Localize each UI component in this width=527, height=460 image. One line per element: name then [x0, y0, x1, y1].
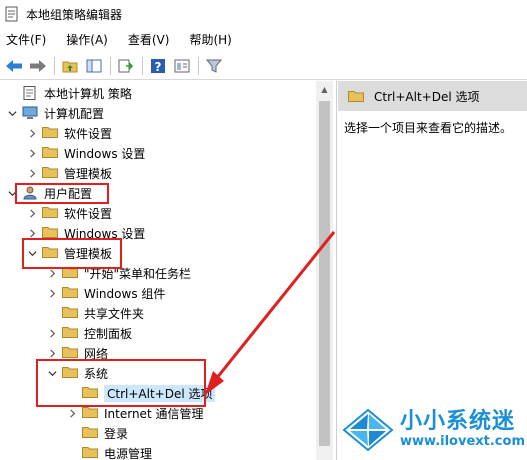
watermark-title: 小小系统迷 — [400, 409, 516, 434]
toolbar-separator — [142, 56, 143, 75]
tree-item-label: 控制面板 — [84, 326, 133, 341]
folder-icon — [42, 126, 58, 140]
highlight-user-config — [15, 183, 109, 204]
toolbar: ? — [0, 52, 527, 80]
chevron-right-icon[interactable] — [26, 147, 38, 159]
tree-item-label: 软件设置 — [64, 206, 113, 221]
computer-icon — [22, 106, 38, 120]
chevron-right-icon[interactable] — [66, 407, 78, 419]
menu-file[interactable]: 文件(F) — [4, 30, 48, 49]
watermark-url: www.ilovext.com — [400, 434, 525, 449]
tree-scrollbar[interactable]: ▲ — [316, 81, 333, 460]
tree-item-label: 软件设置 — [64, 126, 113, 141]
tree-item-label: Internet 通信管理 — [104, 406, 204, 421]
toolbar-separator — [54, 56, 55, 75]
watermark: 小小系统迷 www.ilovext.com — [334, 400, 527, 460]
folder-icon — [62, 286, 78, 300]
tree-item[interactable]: 共享文件夹 — [46, 303, 144, 323]
folder-icon — [62, 346, 78, 360]
menu-bar: 文件(F) 操作(A) 查看(V) 帮助(H) — [0, 28, 527, 50]
highlight-system-ctrl-alt-del — [36, 359, 206, 407]
tree-item[interactable]: 电源管理 — [66, 443, 152, 460]
folder-icon — [62, 326, 78, 340]
toolbar-separator — [110, 56, 111, 75]
tree-item[interactable]: 控制面板 — [46, 323, 132, 343]
folder-icon — [62, 306, 78, 320]
back-icon[interactable] — [4, 56, 24, 76]
tree-item[interactable]: 软件设置 — [26, 123, 112, 143]
tree-item-label: 共享文件夹 — [84, 306, 145, 321]
details-header: Ctrl+Alt+Del 选项 — [338, 81, 527, 111]
tree-item[interactable]: 本地计算机 策略 — [6, 83, 132, 103]
title-bar: 本地组策略编辑器 — [0, 0, 527, 28]
export-list-icon[interactable] — [116, 56, 136, 76]
folder-icon — [82, 426, 98, 440]
group-policy-app-icon — [5, 6, 18, 22]
tree-item[interactable]: Windows 设置 — [26, 143, 145, 163]
chevron-right-icon[interactable] — [26, 127, 38, 139]
chevron-right-icon[interactable] — [26, 207, 38, 219]
tree-item-label: Windows 组件 — [84, 286, 166, 301]
tree-item[interactable]: 管理模板 — [26, 163, 112, 183]
tree-item[interactable]: 软件设置 — [26, 203, 112, 223]
folder-icon — [42, 206, 58, 220]
show-hide-tree-icon[interactable] — [84, 56, 104, 76]
chevron-right-icon[interactable] — [26, 167, 38, 179]
highlight-admin-templates — [22, 238, 122, 269]
properties-icon[interactable] — [172, 56, 192, 76]
folder-icon — [348, 91, 364, 102]
scroll-up-arrow-icon[interactable]: ▲ — [316, 81, 333, 98]
tree-item-label: 计算机配置 — [44, 106, 105, 121]
toolbar-separator — [198, 56, 199, 75]
help-icon[interactable]: ? — [148, 56, 168, 76]
folder-icon — [42, 146, 58, 160]
forward-icon[interactable] — [28, 56, 48, 76]
menu-view[interactable]: 查看(V) — [126, 30, 172, 49]
tree-item-label: 登录 — [104, 426, 129, 441]
folder-icon — [82, 406, 98, 420]
window-title: 本地组策略编辑器 — [26, 7, 123, 22]
chevron-right-icon[interactable] — [46, 327, 58, 339]
filter-icon[interactable] — [204, 56, 224, 76]
scroll-thumb[interactable] — [319, 101, 330, 446]
details-header-title: Ctrl+Alt+Del 选项 — [374, 89, 480, 104]
details-description: 选择一个项目来查看它的描述。 — [344, 121, 513, 135]
up-folder-icon[interactable] — [60, 56, 80, 76]
tree-item-label: 管理模板 — [64, 166, 113, 181]
tree-item[interactable]: Windows 组件 — [46, 283, 165, 303]
tree-item-label: 电源管理 — [104, 446, 153, 460]
chevron-right-icon[interactable] — [46, 287, 58, 299]
chevron-right-icon[interactable] — [46, 347, 58, 359]
tree-item-label: 本地计算机 策略 — [44, 86, 132, 101]
svg-text:?: ? — [155, 60, 162, 74]
policy-icon — [22, 86, 38, 100]
folder-icon — [82, 446, 98, 460]
tree-item[interactable]: 登录 — [66, 423, 128, 443]
folder-icon — [42, 166, 58, 180]
chevron-down-icon[interactable] — [6, 107, 18, 119]
tree-item[interactable]: 计算机配置 — [6, 103, 104, 123]
menu-action[interactable]: 操作(A) — [64, 30, 110, 49]
tree-item-label: Windows 设置 — [64, 146, 146, 161]
menu-help[interactable]: 帮助(H) — [187, 30, 233, 49]
windows-logo-icon — [342, 408, 394, 452]
